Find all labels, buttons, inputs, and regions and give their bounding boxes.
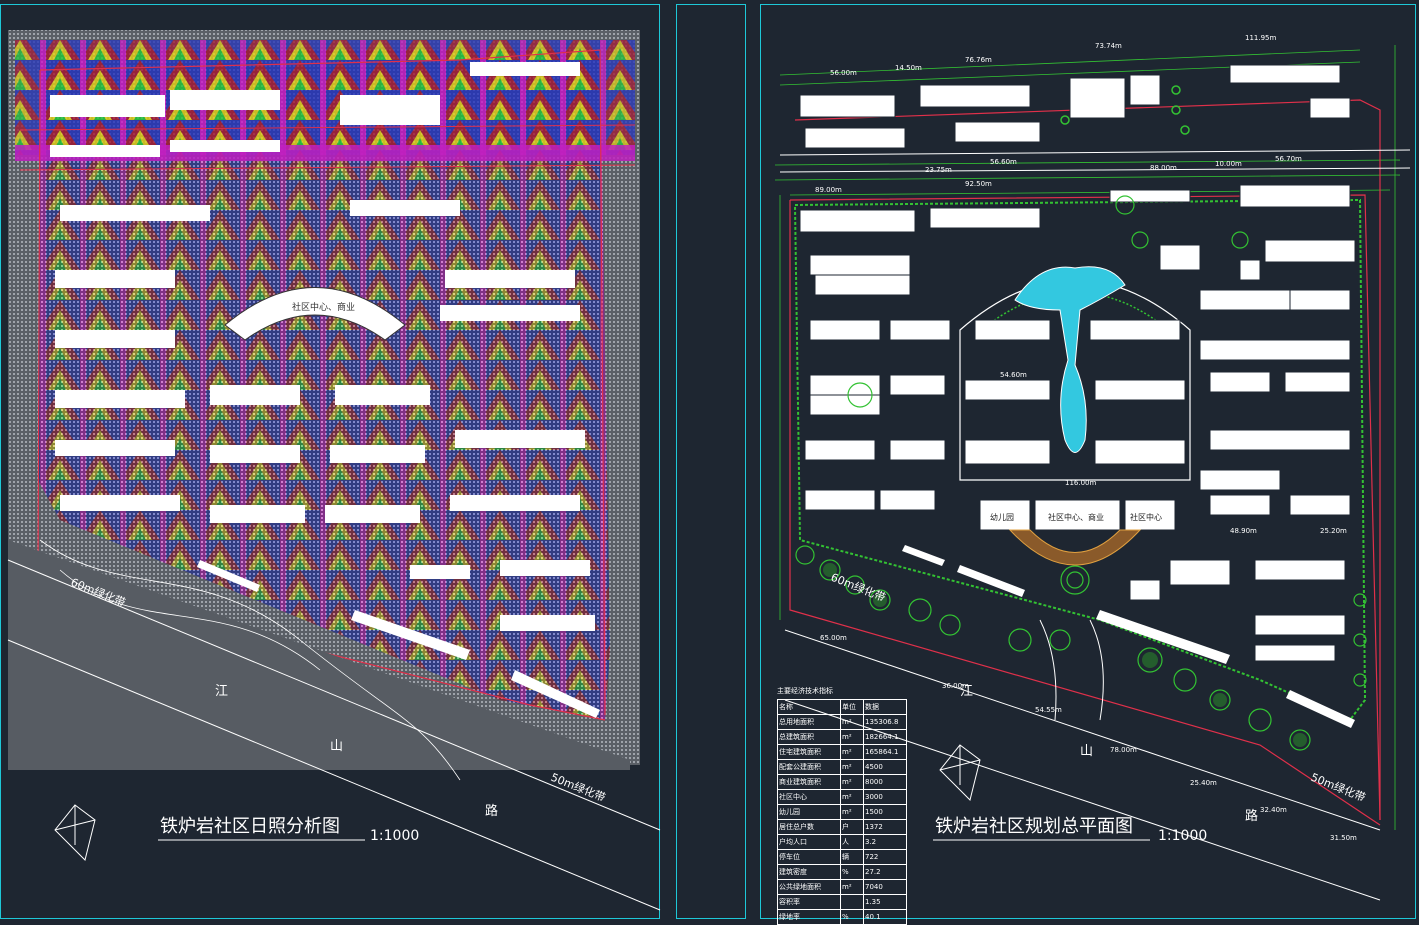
community-center-label: 社区中心 <box>1130 512 1162 522</box>
table-row: 总建筑面积 m² 182664.1 <box>777 729 907 745</box>
right-road-label-shan: 山 <box>1080 744 1093 759</box>
table-cell: m² <box>840 774 864 790</box>
dim-23: 31.50m <box>1330 834 1357 842</box>
table-cell: 配套公建面积 <box>777 759 841 775</box>
dim-18: 36.00m <box>942 682 969 690</box>
table-row: 幼儿园 m² 1500 <box>777 804 907 820</box>
table-cell: 停车位 <box>777 849 841 865</box>
table-cell: m² <box>840 804 864 820</box>
table-cell: m² <box>840 759 864 775</box>
table-header-row: 名称 单位 数据 <box>777 699 907 715</box>
table-cell: m² <box>840 744 864 760</box>
table-cell: 1500 <box>863 804 907 820</box>
table-cell: 182664.1 <box>863 729 907 745</box>
dim-21: 25.40m <box>1190 779 1217 787</box>
table-cell <box>840 894 864 910</box>
master-plan-drawing: 幼儿园 社区中心、商业 社区中心 60m绿化带 江 山 路 50m绿化带 73.… <box>774 34 1411 901</box>
dim-10: 56.70m <box>1275 155 1302 163</box>
pond-water-body <box>1014 266 1126 453</box>
dim-17: 25.20m <box>1320 527 1347 535</box>
table-cell: 135306.8 <box>863 714 907 730</box>
table-cell: 3.2 <box>863 834 907 850</box>
dim-20: 78.00m <box>1110 746 1137 754</box>
dim-19: 54.55m <box>1035 706 1062 714</box>
community-commercial-label: 社区中心、商业 <box>1048 512 1104 522</box>
table-cell: 27.2 <box>863 864 907 880</box>
table-row: 总用地面积 m² 135306.8 <box>777 714 907 730</box>
table-cell: 8000 <box>863 774 907 790</box>
table-cell: 722 <box>863 849 907 865</box>
table-row: 配套公建面积 m² 4500 <box>777 759 907 775</box>
table-cell: 绿地率 <box>777 909 841 925</box>
table-row: 社区中心 m² 3000 <box>777 789 907 805</box>
right-sheet-scale: 1:1000 <box>1158 828 1207 844</box>
table-row: 建筑密度% 27.2 <box>777 864 907 880</box>
table-cell: 人 <box>840 834 864 850</box>
table-row: 商业建筑面积 m² 8000 <box>777 774 907 790</box>
table-cell: 总建筑面积 <box>777 729 841 745</box>
dim-16: 48.90m <box>1230 527 1257 535</box>
table-row: 容积率 1.35 <box>777 894 907 910</box>
dim-11: 89.00m <box>815 186 842 194</box>
dim-2: 111.95m <box>1245 34 1276 42</box>
table-cell: 7040 <box>863 879 907 895</box>
table-title: 主要经济技术指标 <box>777 687 833 695</box>
kindergarten-label: 幼儿园 <box>990 512 1014 522</box>
table-cell: 建筑密度 <box>777 864 841 880</box>
dim-13: 65.00m <box>820 634 847 642</box>
table-cell: 户 <box>840 819 864 835</box>
table-cell: 1.35 <box>863 894 907 910</box>
table-cell: % <box>840 864 864 880</box>
table-header-cell: 名称 <box>777 699 841 715</box>
dim-6: 23.75m <box>925 166 952 174</box>
right-sheet-title: 铁炉岩社区规划总平面图 <box>935 816 1133 837</box>
dim-22: 32.40m <box>1260 806 1287 814</box>
table-cell: 公共绿地面积 <box>777 879 841 895</box>
right-road-label-lu: 路 <box>1245 808 1258 824</box>
dim-8: 88.00m <box>1150 164 1177 172</box>
table-header-cell: 单位 <box>840 699 864 715</box>
table-cell: 40.1 <box>863 909 907 925</box>
table-cell: 住宅建筑面积 <box>777 744 841 760</box>
economic-indicators-table: 主要经济技术指标 名称 单位 数据 总用地面积 m² 135306.8 总建筑面积 m²… <box>777 686 907 925</box>
table-cell: 3000 <box>863 789 907 805</box>
table-row: 住宅建筑面积 m² 165864.1 <box>777 744 907 760</box>
table-cell: 总用地面积 <box>777 714 841 730</box>
table-row: 停车位辆 722 <box>777 849 907 865</box>
dim-5: 14.50m <box>895 64 922 72</box>
table-cell: 容积率 <box>777 894 841 910</box>
table-cell: 1372 <box>863 819 907 835</box>
table-cell: 商业建筑面积 <box>777 774 841 790</box>
table-cell: % <box>840 909 864 925</box>
table-cell: m² <box>840 789 864 805</box>
dim-3: 76.76m <box>965 56 992 64</box>
table-cell: 165864.1 <box>863 744 907 760</box>
dim-7: 56.60m <box>990 158 1017 166</box>
table-row: 居住总户数户 1372 <box>777 819 907 835</box>
dim-14: 116.00m <box>1065 479 1096 487</box>
table-row: 公共绿地面积 m² 7040 <box>777 879 907 895</box>
table-row: 绿地率% 40.1 <box>777 909 907 925</box>
table-cell: m² <box>840 729 864 745</box>
right-greenbelt-label-50: 50m绿化带 <box>1309 770 1368 805</box>
table-cell: 户均人口 <box>777 834 841 850</box>
table-cell: m² <box>840 879 864 895</box>
table-cell: 幼儿园 <box>777 804 841 820</box>
table-cell: m² <box>840 714 864 730</box>
right-north-arrow-icon <box>939 744 981 801</box>
table-cell: 居住总户数 <box>777 819 841 835</box>
table-cell: 辆 <box>840 849 864 865</box>
table-row: 户均人口人 3.2 <box>777 834 907 850</box>
table-grid: 名称 单位 数据 总用地面积 m² 135306.8 总建筑面积 m² 182664.1 住… <box>777 699 907 925</box>
dim-9: 10.00m <box>1215 160 1242 168</box>
table-cell: 4500 <box>863 759 907 775</box>
dim-4: 56.00m <box>830 69 857 77</box>
dim-1: 73.74m <box>1095 42 1122 50</box>
right-greenbelt-label-60: 60m绿化带 <box>829 570 888 605</box>
table-cell: 社区中心 <box>777 789 841 805</box>
dim-12: 92.50m <box>965 180 992 188</box>
table-header-cell: 数据 <box>863 699 907 715</box>
dim-15: 54.60m <box>1000 371 1027 379</box>
